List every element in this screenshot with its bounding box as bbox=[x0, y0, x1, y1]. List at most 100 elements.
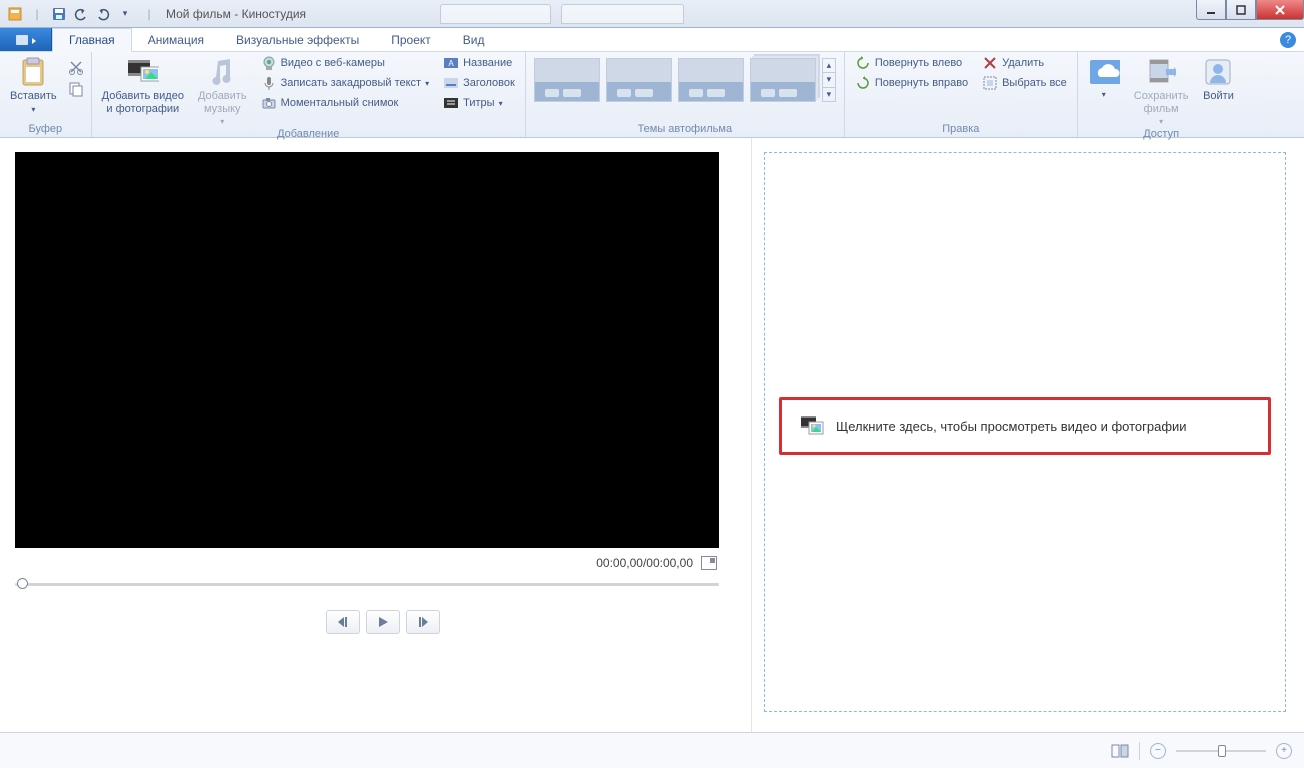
workspace: 00:00,00/00:00,00 Щелкните здесь, чтобы … bbox=[0, 138, 1304, 732]
snapshot-button[interactable]: Моментальный снимок bbox=[257, 94, 434, 112]
caption-button[interactable]: Заголовок bbox=[439, 74, 519, 92]
background-tabs bbox=[440, 4, 684, 24]
microphone-icon bbox=[261, 75, 277, 91]
close-button[interactable] bbox=[1256, 0, 1304, 20]
narration-button[interactable]: Записать закадровый текст ▾ bbox=[257, 74, 434, 92]
save-movie-button[interactable]: Сохранить фильм ▾ bbox=[1130, 54, 1193, 128]
time-display: 00:00,00/00:00,00 bbox=[596, 556, 693, 570]
zoom-in-button[interactable]: + bbox=[1276, 743, 1292, 759]
group-themes: ▴▾▾ Темы автофильма bbox=[526, 52, 845, 137]
credits-label: Титры bbox=[463, 97, 494, 109]
rotate-right-icon bbox=[855, 75, 871, 91]
redo-icon[interactable] bbox=[94, 5, 112, 23]
theme-thumb[interactable] bbox=[750, 58, 816, 102]
rotate-left-button[interactable]: Повернуть влево bbox=[851, 54, 972, 72]
title-card-icon: A bbox=[443, 55, 459, 71]
delete-x-icon bbox=[982, 55, 998, 71]
add-media-label: Добавить видео и фотографии bbox=[102, 90, 184, 115]
add-small-buttons-col2: A Название Заголовок Титры ▾ bbox=[439, 54, 519, 112]
titlebar: | ▾ | Мой фильм - Киностудия bbox=[0, 0, 1304, 28]
ribbon: Вставить ▾ Буфер Добавить видео и фотогр… bbox=[0, 52, 1304, 138]
gallery-more-button[interactable]: ▴▾▾ bbox=[822, 58, 836, 102]
tab-effects[interactable]: Визуальные эффекты bbox=[220, 28, 375, 51]
caption-label: Заголовок bbox=[463, 77, 515, 89]
rotate-right-label: Повернуть вправо bbox=[875, 77, 968, 89]
paste-label: Вставить bbox=[10, 90, 57, 103]
maximize-button[interactable] bbox=[1226, 0, 1256, 20]
theme-thumb[interactable] bbox=[606, 58, 672, 102]
group-edit: Повернуть влево Повернуть вправо Удалить… bbox=[845, 52, 1078, 137]
webcam-button[interactable]: Видео с веб-камеры bbox=[257, 54, 434, 72]
webcam-label: Видео с веб-камеры bbox=[281, 57, 385, 69]
qat-separator: | bbox=[28, 5, 46, 23]
seek-slider[interactable] bbox=[15, 576, 719, 592]
tab-view[interactable]: Вид bbox=[447, 28, 501, 51]
qat-separator: | bbox=[140, 5, 158, 23]
play-button[interactable] bbox=[366, 610, 400, 634]
rotate-right-button[interactable]: Повернуть вправо bbox=[851, 74, 972, 92]
timeline-dropzone[interactable]: Щелкните здесь, чтобы просмотреть видео … bbox=[764, 152, 1286, 712]
title-label: Название bbox=[463, 57, 512, 69]
chevron-down-icon: ▾ bbox=[425, 79, 429, 88]
zoom-thumb[interactable] bbox=[1218, 745, 1226, 757]
background-tab bbox=[440, 4, 551, 24]
snapshot-label: Моментальный снимок bbox=[281, 97, 399, 109]
app-icon[interactable] bbox=[6, 5, 24, 23]
chevron-down-icon: ▾ bbox=[499, 99, 503, 108]
drop-callout-text: Щелкните здесь, чтобы просмотреть видео … bbox=[836, 419, 1187, 434]
ribbon-tabs: Главная Анимация Визуальные эффекты Прое… bbox=[0, 28, 1304, 52]
tab-project[interactable]: Проект bbox=[375, 28, 447, 51]
rotate-left-icon bbox=[855, 55, 871, 71]
undo-icon[interactable] bbox=[72, 5, 90, 23]
timeline-pane: Щелкните здесь, чтобы просмотреть видео … bbox=[752, 138, 1304, 732]
add-media-button[interactable]: Добавить видео и фотографии bbox=[98, 54, 188, 117]
file-menu-button[interactable] bbox=[0, 28, 52, 51]
signin-button[interactable]: Войти bbox=[1198, 54, 1238, 105]
music-note-icon bbox=[206, 56, 238, 88]
credits-icon bbox=[443, 95, 459, 111]
camera-icon bbox=[261, 95, 277, 111]
user-icon bbox=[1202, 56, 1234, 88]
signin-label: Войти bbox=[1203, 90, 1234, 103]
chevron-down-icon: ▾ bbox=[31, 105, 35, 114]
drop-callout[interactable]: Щелкните здесь, чтобы просмотреть видео … bbox=[779, 397, 1271, 455]
seek-thumb[interactable] bbox=[17, 578, 28, 589]
narration-label: Записать закадровый текст bbox=[281, 77, 422, 89]
cloud-icon bbox=[1088, 56, 1120, 88]
delete-button[interactable]: Удалить bbox=[978, 54, 1071, 72]
zoom-slider[interactable] bbox=[1176, 748, 1266, 754]
credits-button[interactable]: Титры ▾ bbox=[439, 94, 519, 112]
clipboard-icon bbox=[17, 56, 49, 88]
zoom-out-button[interactable]: − bbox=[1150, 743, 1166, 759]
delete-label: Удалить bbox=[1002, 57, 1044, 69]
webcam-icon bbox=[261, 55, 277, 71]
theme-thumb[interactable] bbox=[534, 58, 600, 102]
themes-gallery[interactable]: ▴▾▾ bbox=[532, 54, 838, 102]
copy-icon[interactable] bbox=[67, 80, 85, 98]
select-all-button[interactable]: Выбрать все bbox=[978, 74, 1071, 92]
next-frame-button[interactable] bbox=[406, 610, 440, 634]
statusbar: − + bbox=[0, 732, 1304, 768]
help-icon[interactable]: ? bbox=[1280, 32, 1296, 48]
group-add: Добавить видео и фотографии Добавить муз… bbox=[92, 52, 526, 137]
theme-thumb[interactable] bbox=[678, 58, 744, 102]
add-small-buttons-col1: Видео с веб-камеры Записать закадровый т… bbox=[257, 54, 434, 112]
cloud-button[interactable]: ▾ bbox=[1084, 54, 1124, 101]
save-icon[interactable] bbox=[50, 5, 68, 23]
qat-dropdown-icon[interactable]: ▾ bbox=[116, 5, 134, 23]
chevron-down-icon: ▾ bbox=[220, 117, 224, 126]
minimize-button[interactable] bbox=[1196, 0, 1226, 20]
chevron-down-icon: ▾ bbox=[1102, 90, 1106, 99]
tab-home[interactable]: Главная bbox=[52, 28, 132, 52]
tab-animation[interactable]: Анимация bbox=[132, 28, 220, 51]
rotate-left-label: Повернуть влево bbox=[875, 57, 962, 69]
cut-icon[interactable] bbox=[67, 58, 85, 76]
group-edit-label: Правка bbox=[851, 123, 1071, 137]
title-button[interactable]: A Название bbox=[439, 54, 519, 72]
prev-frame-button[interactable] bbox=[326, 610, 360, 634]
paste-button[interactable]: Вставить ▾ bbox=[6, 54, 61, 116]
separator bbox=[1139, 742, 1140, 760]
add-music-button[interactable]: Добавить музыку ▾ bbox=[194, 54, 251, 128]
view-mode-icon[interactable] bbox=[1111, 744, 1129, 758]
fullscreen-icon[interactable] bbox=[701, 556, 717, 570]
